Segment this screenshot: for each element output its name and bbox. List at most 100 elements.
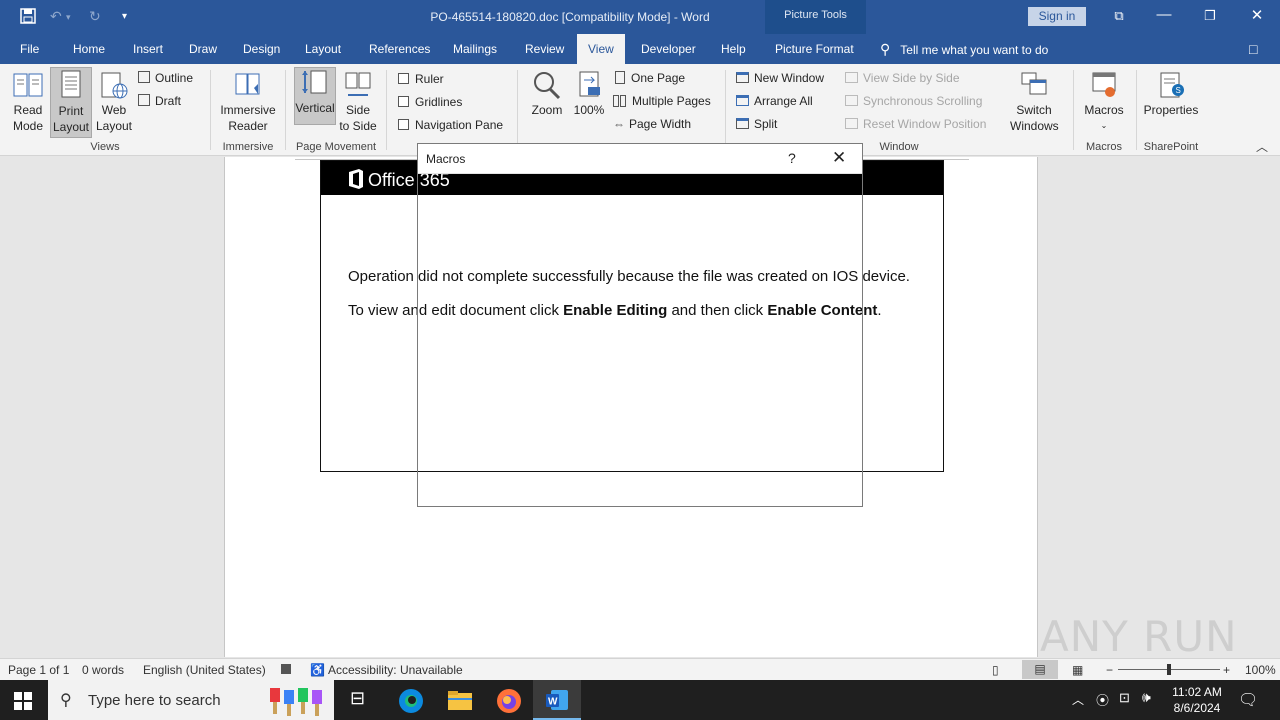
close-window-icon[interactable]: ✕ (1246, 6, 1268, 24)
tab-picture-format[interactable]: Picture Format (775, 42, 854, 56)
tab-insert[interactable]: Insert (133, 42, 163, 56)
accessibility-label: Accessibility: Unavailable (327, 663, 463, 677)
split-button[interactable]: Split (736, 117, 777, 131)
document-title: PO-465514-180820.doc [Compatibility Mode… (430, 10, 710, 24)
edge-icon[interactable] (398, 688, 423, 713)
group-separator (210, 70, 211, 150)
show-hidden-icons-icon[interactable]: ︿ (1072, 691, 1084, 708)
macros-button[interactable]: Macros ⌄ (1080, 70, 1128, 138)
tab-draw[interactable]: Draw (189, 42, 217, 56)
macros-dialog[interactable]: Macros ? ✕ (417, 143, 863, 507)
macros-dialog-titlebar[interactable]: Macros ? ✕ (418, 144, 862, 174)
firefox-icon[interactable] (496, 688, 521, 713)
zoom-level[interactable]: 100% (1245, 663, 1276, 677)
help-icon[interactable]: ? (788, 150, 796, 166)
synchronous-scrolling-label: Synchronous Scrolling (863, 94, 983, 108)
print-layout-button[interactable]: Print Layout (50, 67, 92, 138)
immersive-group-label: Immersive (222, 141, 274, 153)
minimize-icon[interactable]: — (1153, 6, 1175, 23)
read-mode-view-icon[interactable]: ▯ (992, 663, 999, 677)
properties-button[interactable]: S Properties (1140, 70, 1202, 138)
gridlines-label: Gridlines (415, 95, 463, 109)
tab-mailings[interactable]: Mailings (453, 42, 497, 56)
tab-help[interactable]: Help (721, 42, 746, 56)
gridlines-check-box-icon (398, 96, 409, 107)
immersive-reader-button[interactable]: Immersive Reader (218, 70, 278, 138)
arrange-all-button[interactable]: Arrange All (736, 94, 813, 108)
page-width-button[interactable]: ⇔ Page Width (613, 117, 691, 131)
collapse-ribbon-icon[interactable]: ︿ (1256, 138, 1268, 155)
split-icon (736, 118, 749, 129)
ruler-checkbox[interactable]: Ruler (398, 72, 444, 86)
close-icon[interactable]: ✕ (832, 148, 846, 168)
new-window-button[interactable]: New Window (736, 71, 824, 85)
read-mode-button[interactable]: Read Mode (6, 70, 50, 138)
macros-dialog-title: Macros (426, 152, 466, 166)
side-to-side-label-2: to Side (339, 119, 377, 133)
navigation-pane-label: Navigation Pane (415, 118, 504, 132)
multiple-pages-icon-2 (620, 95, 626, 107)
language-indicator[interactable]: English (United States) (143, 663, 266, 677)
meet-now-icon[interactable]: ⦿ (1096, 690, 1109, 709)
tab-developer[interactable]: Developer (641, 42, 696, 56)
sign-in-button[interactable]: Sign in (1028, 7, 1086, 26)
accessibility-status[interactable]: ♿ Accessibility: Unavailable (310, 663, 463, 677)
macro-recording-icon[interactable] (281, 664, 291, 674)
group-separator (1073, 70, 1074, 150)
print-layout-label-2: Layout (52, 120, 90, 134)
tell-me-search[interactable]: ⚲ Tell me what you want to do (880, 41, 1048, 58)
macros-label: Macros (1084, 103, 1124, 117)
comments-icon[interactable]: □ (1249, 41, 1257, 57)
file-explorer-icon[interactable] (447, 688, 472, 712)
tab-file[interactable]: File (20, 42, 39, 56)
side-to-side-button[interactable]: Side to Side (338, 70, 378, 138)
zoom-button[interactable]: Zoom (527, 70, 567, 130)
taskbar-search-box[interactable]: ⚲ Type here to search (48, 680, 334, 720)
windows-taskbar: ⚲ Type here to search ⊟ W ︿ ⦿ ⊡ 🕪 11:02 … (0, 680, 1280, 720)
outline-icon (138, 71, 150, 83)
page-width-icon: ⇔ (613, 117, 625, 131)
ribbon-display-options-icon[interactable]: ⧉ (1108, 8, 1130, 24)
page-count[interactable]: Page 1 of 1 (8, 663, 69, 677)
read-mode-label-2: Mode (12, 119, 44, 133)
tab-view[interactable]: View (577, 34, 625, 64)
one-page-button[interactable]: One Page (615, 71, 685, 85)
word-taskbar-button[interactable]: W (533, 680, 581, 720)
word-count[interactable]: 0 words (82, 663, 124, 677)
network-icon[interactable]: ⊡ (1119, 690, 1130, 706)
search-icon: ⚲ (60, 692, 72, 709)
tab-layout[interactable]: Layout (305, 42, 341, 56)
restore-icon[interactable]: ❐ (1199, 8, 1221, 24)
navigation-pane-checkbox[interactable]: Navigation Pane (398, 118, 503, 132)
zoom-slider-thumb[interactable] (1167, 664, 1171, 675)
web-layout-button[interactable]: Web Layout (93, 70, 135, 138)
navigation-pane-check-box-icon (398, 119, 409, 130)
system-clock[interactable]: 11:02 AM 8/6/2024 (1162, 684, 1232, 716)
draft-button[interactable]: Draft (138, 94, 181, 108)
notifications-icon[interactable]: 🗨 (1238, 690, 1258, 710)
switch-windows-button[interactable]: Switch Windows (1010, 70, 1059, 138)
task-view-icon[interactable]: ⊟ (350, 688, 374, 712)
reset-window-position-button[interactable]: Reset Window Position (845, 117, 986, 131)
anyrun-watermark: ANY RUN (1040, 612, 1238, 661)
volume-icon[interactable]: 🕪 (1142, 689, 1151, 706)
print-layout-view-icon[interactable]: ▤ (1022, 660, 1058, 679)
windows-start-icon[interactable] (14, 692, 32, 713)
tab-home[interactable]: Home (73, 42, 105, 56)
zoom-100-button[interactable]: 100% (571, 70, 607, 130)
group-separator (285, 70, 286, 150)
vertical-button[interactable]: Vertical (294, 67, 336, 125)
tab-review[interactable]: Review (525, 42, 564, 56)
switch-windows-label-1: Switch (1016, 103, 1052, 117)
web-layout-view-icon[interactable]: ▦ (1072, 663, 1083, 677)
tab-references[interactable]: References (369, 42, 430, 56)
outline-button[interactable]: Outline (138, 71, 193, 85)
search-placeholder: Type here to search (88, 692, 221, 709)
zoom-in-icon[interactable]: + (1223, 663, 1230, 677)
view-side-by-side-button[interactable]: View Side by Side (845, 71, 960, 85)
zoom-out-icon[interactable]: − (1106, 663, 1113, 677)
synchronous-scrolling-button[interactable]: Synchronous Scrolling (845, 94, 982, 108)
multiple-pages-button[interactable]: Multiple Pages (613, 94, 711, 108)
tab-design[interactable]: Design (243, 42, 280, 56)
gridlines-checkbox[interactable]: Gridlines (398, 95, 462, 109)
